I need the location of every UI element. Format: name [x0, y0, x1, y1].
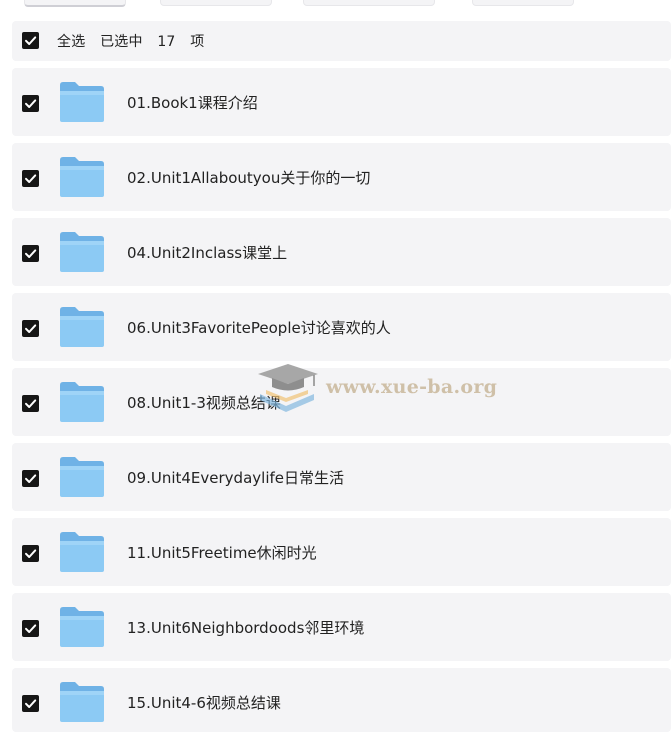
- check-icon: [25, 549, 37, 558]
- folder-name[interactable]: 13.Unit6Neighbordoods邻里环境: [127, 617, 364, 638]
- check-icon: [25, 399, 37, 408]
- row-checkbox[interactable]: [22, 245, 39, 262]
- folder-icon: [60, 532, 104, 572]
- folder-name[interactable]: 01.Book1课程介绍: [127, 92, 258, 113]
- folder-name[interactable]: 09.Unit4Everydaylife日常生活: [127, 467, 344, 488]
- folder-icon: [60, 82, 104, 122]
- row-checkbox[interactable]: [22, 545, 39, 562]
- folder-row[interactable]: 15.Unit4-6视频总结课: [12, 668, 671, 732]
- folder-row[interactable]: 08.Unit1-3视频总结课: [12, 368, 671, 436]
- select-all-checkbox[interactable]: [22, 32, 39, 49]
- folder-name[interactable]: 08.Unit1-3视频总结课: [127, 392, 281, 413]
- folder-row[interactable]: 02.Unit1Allaboutyou关于你的一切: [12, 143, 671, 211]
- row-checkbox[interactable]: [22, 395, 39, 412]
- check-icon: [25, 174, 37, 183]
- top-tab-1[interactable]: [24, 0, 126, 7]
- check-icon: [25, 36, 37, 45]
- folder-name[interactable]: 04.Unit2Inclass课堂上: [127, 242, 287, 263]
- selected-unit: 项: [190, 34, 205, 50]
- folder-row[interactable]: 01.Book1课程介绍: [12, 68, 671, 136]
- folder-row[interactable]: 11.Unit5Freetime休闲时光: [12, 518, 671, 586]
- top-tab-2[interactable]: [160, 0, 272, 6]
- folder-name[interactable]: 02.Unit1Allaboutyou关于你的一切: [127, 167, 370, 188]
- check-icon: [25, 699, 37, 708]
- folder-icon: [60, 157, 104, 197]
- check-icon: [25, 99, 37, 108]
- row-checkbox[interactable]: [22, 320, 39, 337]
- folder-name[interactable]: 06.Unit3FavoritePeople讨论喜欢的人: [127, 317, 391, 338]
- selection-summary: 全选 已选中 17 项: [57, 31, 214, 51]
- row-checkbox[interactable]: [22, 620, 39, 637]
- folder-icon: [60, 607, 104, 647]
- top-tab-3[interactable]: [303, 0, 435, 6]
- row-checkbox[interactable]: [22, 695, 39, 712]
- row-checkbox[interactable]: [22, 95, 39, 112]
- folder-row[interactable]: 06.Unit3FavoritePeople讨论喜欢的人: [12, 293, 671, 361]
- selected-count: 17: [157, 34, 176, 50]
- check-icon: [25, 324, 37, 333]
- folder-icon: [60, 307, 104, 347]
- folder-row[interactable]: 13.Unit6Neighbordoods邻里环境: [12, 593, 671, 661]
- row-checkbox[interactable]: [22, 470, 39, 487]
- folder-row[interactable]: 09.Unit4Everydaylife日常生活: [12, 443, 671, 511]
- folder-name[interactable]: 15.Unit4-6视频总结课: [127, 692, 281, 713]
- folder-row[interactable]: 04.Unit2Inclass课堂上: [12, 218, 671, 286]
- folder-name[interactable]: 11.Unit5Freetime休闲时光: [127, 542, 317, 563]
- top-tab-strip: [0, 0, 671, 8]
- top-tab-4[interactable]: [472, 0, 574, 6]
- folder-icon: [60, 457, 104, 497]
- folder-icon: [60, 232, 104, 272]
- row-checkbox[interactable]: [22, 170, 39, 187]
- folder-icon: [60, 382, 104, 422]
- selection-bar: 全选 已选中 17 项: [12, 21, 671, 61]
- folder-icon: [60, 682, 104, 722]
- select-all-label[interactable]: 全选: [57, 34, 85, 50]
- check-icon: [25, 624, 37, 633]
- check-icon: [25, 249, 37, 258]
- selected-prefix: 已选中: [100, 34, 143, 50]
- check-icon: [25, 474, 37, 483]
